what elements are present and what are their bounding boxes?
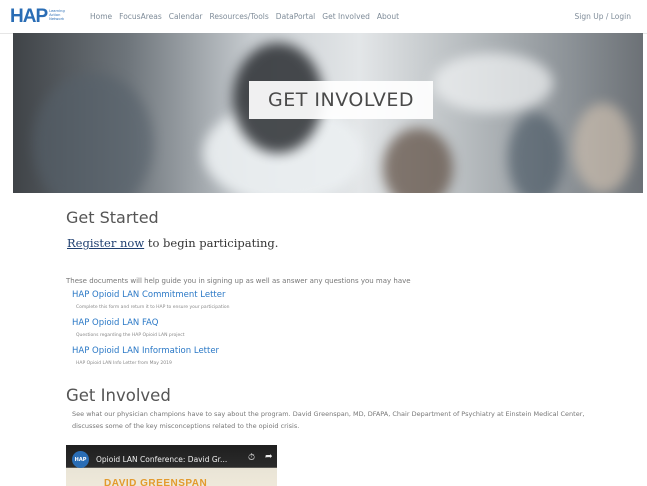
nav-item-about[interactable]: About <box>377 12 399 21</box>
hero-title: GET INVOLVED <box>268 89 414 111</box>
get-started-heading: Get Started <box>66 208 159 227</box>
faq-link[interactable]: HAP Opioid LAN FAQ <box>72 318 158 328</box>
register-line: Register now to begin participating. <box>67 236 278 250</box>
video-embed[interactable]: HAP Opioid LAN Conference: David Gr... ⏱… <box>66 445 277 486</box>
hero-banner: GET INVOLVED <box>13 33 643 193</box>
clock-icon[interactable]: ⏱ <box>248 453 255 463</box>
logo-subtitle: Learning Action Network <box>49 9 65 22</box>
nav-item-get-involved[interactable]: Get Involved <box>322 12 370 21</box>
faq-description: Questions regarding the HAP Opioid LAN p… <box>76 333 185 338</box>
get-involved-heading: Get Involved <box>66 386 171 405</box>
logo-mark: HAP <box>10 6 48 27</box>
nav-item-data-portal[interactable]: DataPortal <box>276 12 315 21</box>
register-now-link[interactable]: Register now <box>67 236 144 250</box>
commitment-letter-link[interactable]: HAP Opioid LAN Commitment Letter <box>72 290 225 300</box>
video-title[interactable]: Opioid LAN Conference: David Gr... <box>96 455 227 464</box>
nav-item-resources-tools[interactable]: Resources/Tools <box>209 12 268 21</box>
share-icon[interactable]: ➦ <box>265 452 273 462</box>
information-letter-description: HAP Opioid LAN Info Letter from May 2019 <box>76 361 172 366</box>
nav-item-focus-areas[interactable]: FocusAreas <box>119 12 162 21</box>
hero-photo-blur <box>33 73 153 193</box>
hero-photo-blur <box>573 103 633 193</box>
hap-logo[interactable]: HAP Learning Action Network <box>10 7 67 26</box>
channel-avatar[interactable]: HAP <box>72 451 89 468</box>
hero-photo-blur <box>508 113 563 193</box>
register-line-text: to begin participating. <box>144 236 279 250</box>
main-menu: Home FocusAreas Calendar Resources/Tools… <box>90 12 399 21</box>
video-thumbnail-name: DAVID GREENSPAN <box>104 478 208 486</box>
commitment-letter-description: Complete this form and return it to HAP … <box>76 305 230 310</box>
hero-photo-blur <box>433 53 553 113</box>
signup-login-link[interactable]: Sign Up / Login <box>574 12 631 21</box>
documents-intro: These documents will help guide you in s… <box>66 277 411 285</box>
nav-item-home[interactable]: Home <box>90 12 112 21</box>
nav-item-calendar[interactable]: Calendar <box>169 12 203 21</box>
get-involved-paragraph: See what our physician champions have to… <box>72 410 585 430</box>
top-navigation: HAP Learning Action Network Home FocusAr… <box>0 0 647 34</box>
hero-photo-blur <box>383 128 453 193</box>
information-letter-link[interactable]: HAP Opioid LAN Information Letter <box>72 346 219 356</box>
hero-title-box: GET INVOLVED <box>249 81 433 119</box>
